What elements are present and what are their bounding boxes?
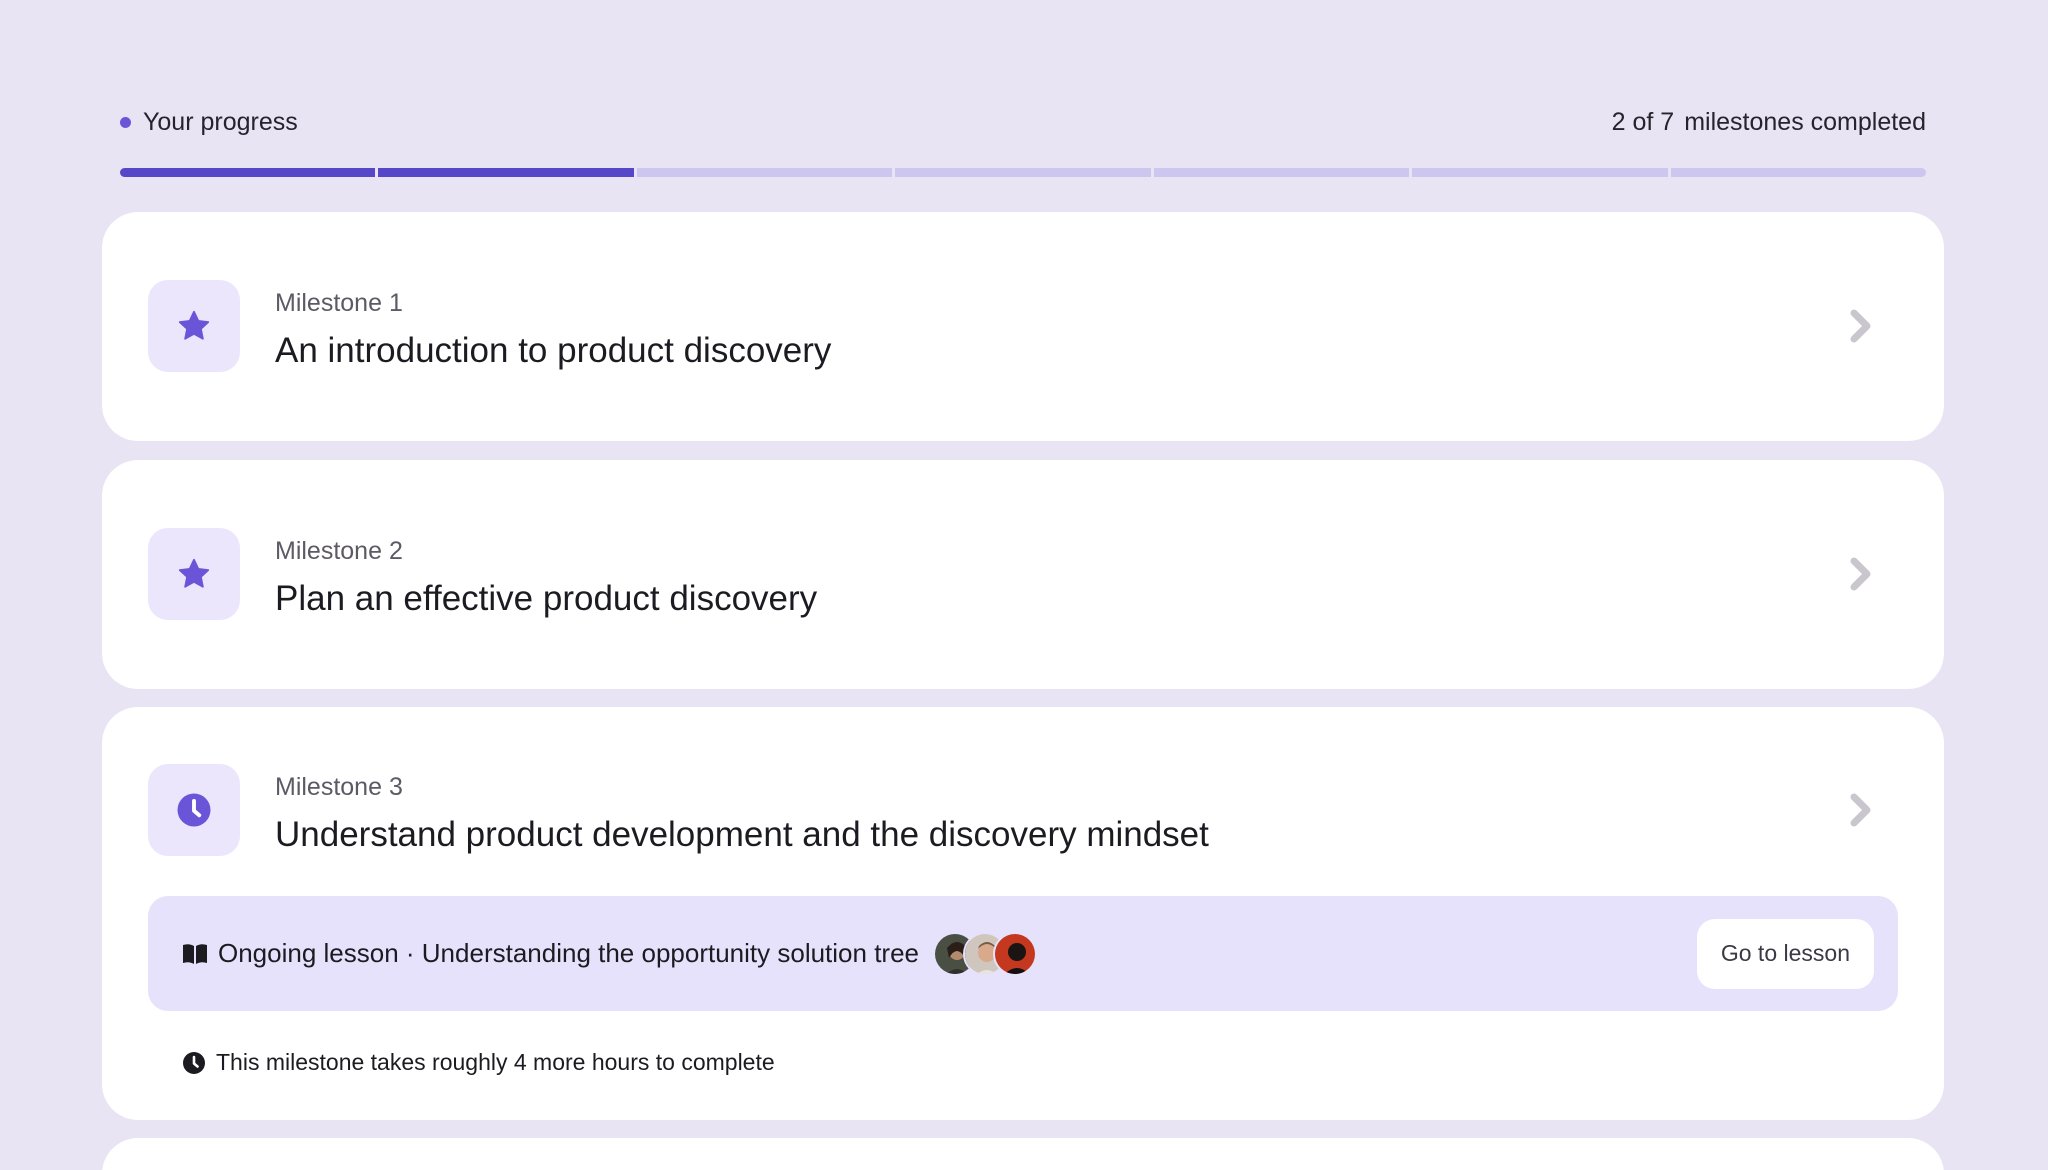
book-icon bbox=[183, 943, 207, 964]
milestone-label: Milestone 1 bbox=[275, 289, 403, 317]
progress-count-suffix: milestones completed bbox=[1684, 107, 1926, 136]
ongoing-lesson-banner: Ongoing lesson · Understanding the oppor… bbox=[148, 896, 1898, 1011]
progress-segment-complete bbox=[378, 168, 634, 177]
progress-title-text: Your progress bbox=[143, 107, 298, 136]
star-icon bbox=[178, 558, 210, 588]
time-estimate-text: This milestone takes roughly 4 more hour… bbox=[216, 1049, 775, 1075]
clock-icon bbox=[177, 793, 211, 827]
progress-segment-pending bbox=[895, 168, 1151, 177]
milestone-title: Plan an effective product discovery bbox=[275, 579, 818, 618]
milestone-text: Milestone 3 Understand product developme… bbox=[275, 771, 1209, 857]
chevron-right-icon[interactable] bbox=[1848, 792, 1874, 828]
clock-icon bbox=[183, 1051, 205, 1074]
progress-bar bbox=[120, 168, 1926, 177]
progress-count: 2 of 7 milestones completed bbox=[1612, 108, 1926, 137]
milestone-card-4[interactable] bbox=[102, 1138, 1944, 1170]
chevron-right-icon[interactable] bbox=[1848, 556, 1874, 592]
milestone-text: Milestone 1 An introduction to product d… bbox=[275, 287, 831, 373]
progress-dot-icon bbox=[120, 116, 131, 128]
star-icon bbox=[178, 310, 210, 340]
progress-segment-pending bbox=[1412, 168, 1668, 177]
milestone-text: Milestone 2 Plan an effective product di… bbox=[275, 535, 817, 621]
participant-avatars bbox=[933, 931, 1037, 976]
progress-segment-pending bbox=[636, 168, 893, 177]
progress-title: Your progress bbox=[120, 108, 298, 137]
ongoing-lesson-text: Ongoing lesson · Understanding the oppor… bbox=[218, 938, 919, 968]
milestone-title: An introduction to product discovery bbox=[275, 331, 832, 370]
milestones-page: Your progress 2 of 7 milestones complete… bbox=[0, 0, 2048, 1170]
milestone-label: Milestone 2 bbox=[275, 537, 403, 565]
time-estimate: This milestone takes roughly 4 more hour… bbox=[182, 1049, 775, 1076]
milestone-card-2[interactable]: Milestone 2 Plan an effective product di… bbox=[102, 460, 1944, 689]
progress-count-value: 2 of 7 bbox=[1611, 107, 1675, 136]
progress-segment-pending bbox=[1670, 168, 1926, 177]
progress-segment-complete bbox=[120, 168, 376, 177]
chevron-right-icon[interactable] bbox=[1848, 308, 1874, 344]
progress-segment-pending bbox=[1153, 168, 1410, 177]
go-to-lesson-button[interactable]: Go to lesson bbox=[1696, 918, 1874, 989]
milestone-icon-tile bbox=[148, 528, 240, 620]
progress-header: Your progress 2 of 7 milestones complete… bbox=[120, 100, 1926, 144]
milestone-icon-tile bbox=[148, 764, 240, 856]
milestone-title: Understand product development and the d… bbox=[275, 815, 1209, 854]
milestone-label: Milestone 3 bbox=[275, 773, 403, 801]
milestone-card-1[interactable]: Milestone 1 An introduction to product d… bbox=[102, 212, 1944, 441]
avatar bbox=[993, 931, 1037, 976]
milestone-card-3[interactable]: Milestone 3 Understand product developme… bbox=[102, 707, 1944, 1120]
milestone-icon-tile bbox=[148, 280, 240, 372]
